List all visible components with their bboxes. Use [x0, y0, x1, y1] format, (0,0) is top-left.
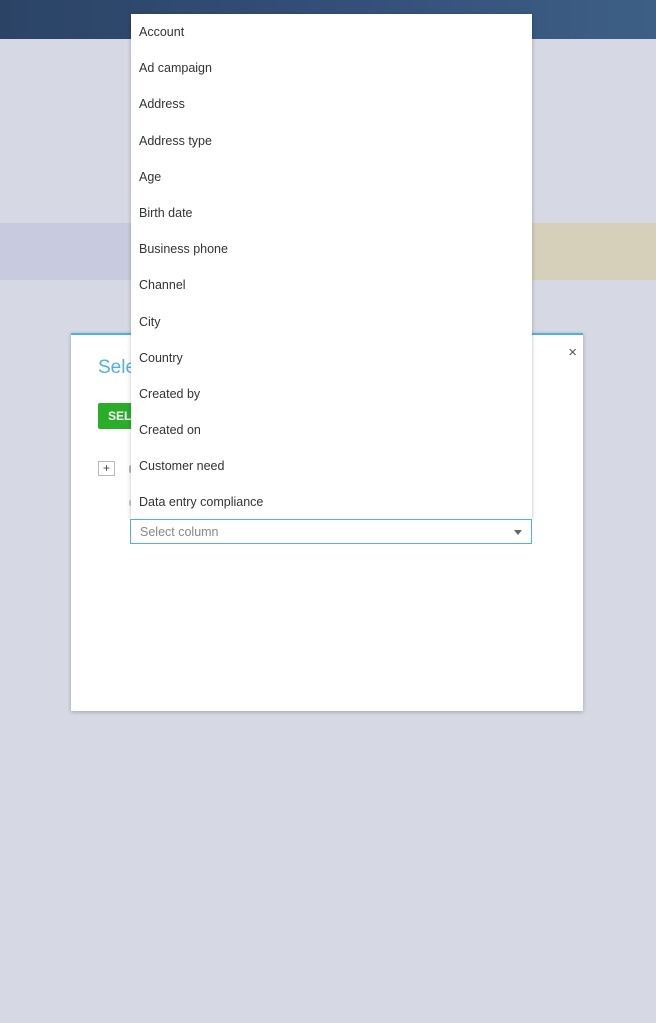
dropdown-option-account[interactable]: Account	[131, 14, 532, 50]
select-column-placeholder: Select column	[140, 525, 219, 539]
dropdown-option-channel[interactable]: Channel	[131, 267, 532, 303]
plus-icon[interactable]: +	[98, 461, 115, 476]
background-band-left	[0, 223, 131, 280]
close-icon[interactable]: ×	[568, 345, 577, 360]
chevron-down-icon[interactable]	[514, 530, 522, 535]
select-column-input[interactable]: Select column	[130, 519, 532, 544]
dropdown-option-country[interactable]: Country	[131, 340, 532, 376]
dropdown-option-data-entry-compliance[interactable]: Data entry compliance	[131, 484, 532, 519]
dropdown-option-birth-date[interactable]: Birth date	[131, 195, 532, 231]
dropdown-option-customer-need[interactable]: Customer need	[131, 448, 532, 484]
dropdown-option-created-on[interactable]: Created on	[131, 412, 532, 448]
dropdown-option-city[interactable]: City	[131, 304, 532, 340]
dropdown-option-created-by[interactable]: Created by	[131, 376, 532, 412]
dropdown-option-age[interactable]: Age	[131, 159, 532, 195]
dropdown-option-address[interactable]: Address	[131, 86, 532, 122]
dropdown-option-address-type[interactable]: Address type	[131, 123, 532, 159]
dropdown-option-ad-campaign[interactable]: Ad campaign	[131, 50, 532, 86]
background-band-right	[532, 223, 656, 280]
dropdown-option-business-phone[interactable]: Business phone	[131, 231, 532, 267]
column-dropdown-list: Account Ad campaign Address Address type…	[131, 14, 532, 519]
